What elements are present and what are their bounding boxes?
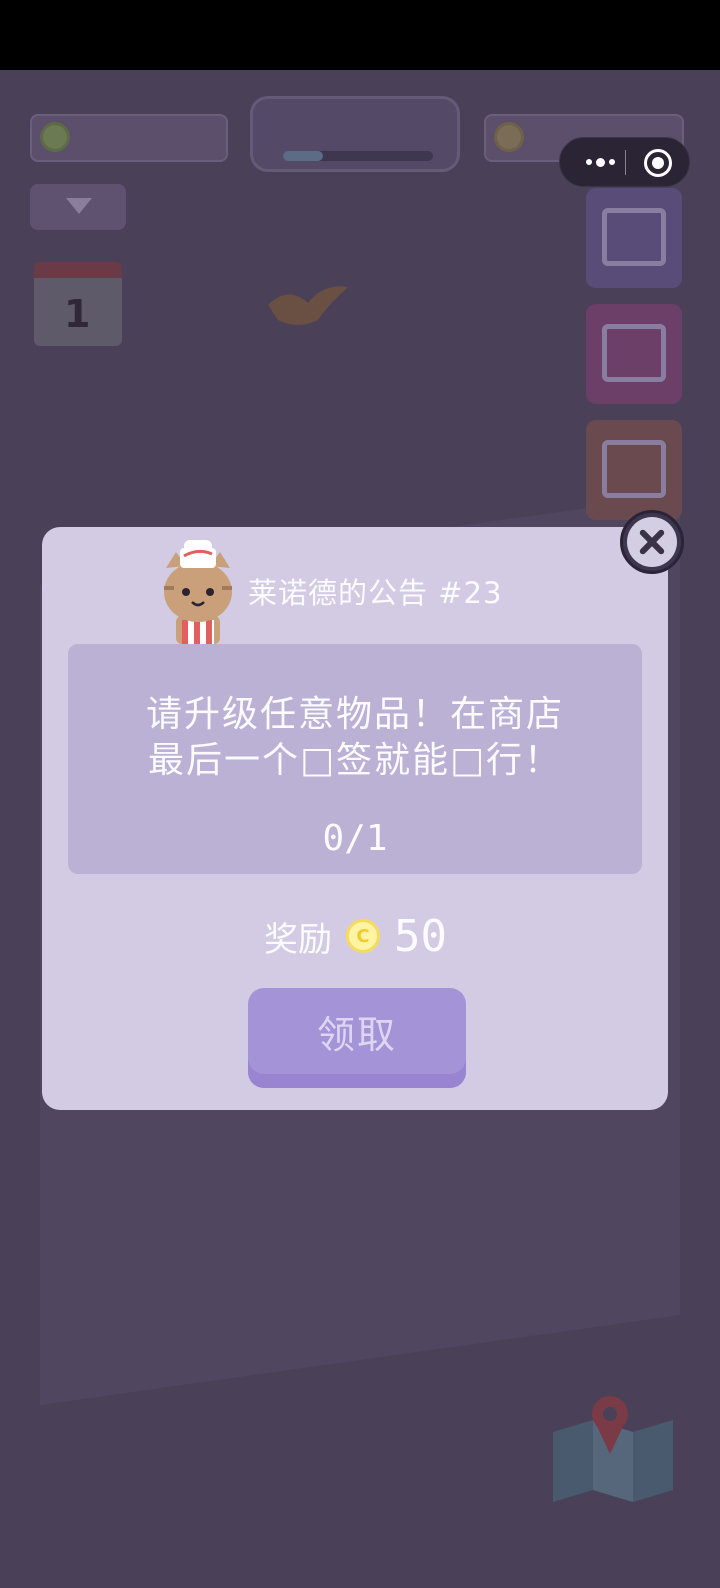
bird-icon: [268, 286, 348, 325]
gem-icon: [40, 122, 70, 152]
dropdown-button[interactable]: [30, 184, 126, 230]
chest-button[interactable]: [586, 304, 682, 404]
task-message-line-1: 请升级任意物品！在商店: [145, 694, 564, 735]
capsule-divider: [625, 150, 626, 175]
claim-button[interactable]: 领取: [248, 988, 466, 1088]
outfit-button[interactable]: [586, 420, 682, 520]
treasure-chest-icon: [602, 324, 666, 382]
cat-chef-avatar: [164, 540, 232, 644]
coin-icon: C: [346, 919, 380, 953]
mini-program-capsule: [559, 137, 690, 187]
reward-label: 奖励: [264, 919, 332, 960]
status-bar: [0, 0, 720, 70]
claim-button-label: 领取: [316, 1013, 397, 1057]
task-message-line-2: 最后一个□签就能□行！: [147, 740, 563, 781]
coin-icon: [494, 122, 524, 152]
close-icon: [627, 517, 677, 567]
reward-amount: 50: [394, 910, 447, 962]
task-message: 请升级任意物品！在商店 最后一个□签就能□行！: [0, 692, 710, 784]
task-progress: 0/1: [322, 818, 388, 859]
map-icon[interactable]: [548, 1392, 678, 1502]
shopping-cart-icon: [602, 208, 666, 266]
dialog-title: 莱诺德的公告 #23: [248, 576, 503, 610]
shop-button[interactable]: [586, 188, 682, 288]
shirt-icon: [602, 440, 666, 498]
level-progress-fill: [283, 151, 323, 161]
more-dots-icon[interactable]: [574, 138, 626, 186]
reward-row: 奖励 C 50: [264, 908, 447, 964]
close-button[interactable]: [620, 510, 684, 574]
calendar-icon[interactable]: 1: [34, 262, 122, 346]
hud-gem-bar: [30, 114, 228, 162]
shop-title-plate: [250, 96, 460, 172]
target-circle-icon[interactable]: [644, 149, 672, 177]
